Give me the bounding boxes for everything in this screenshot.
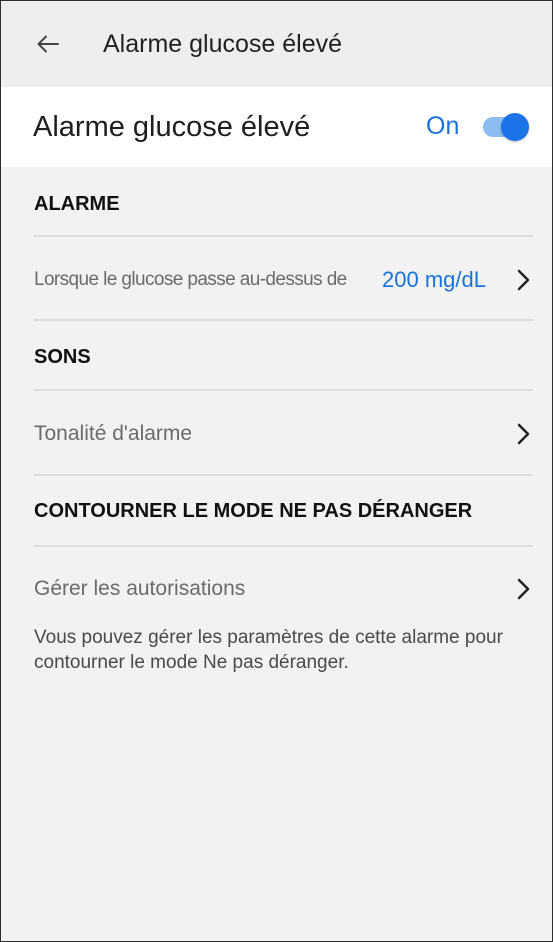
divider	[34, 319, 533, 321]
threshold-label: Lorsque le glucose passe au-dessus de	[34, 269, 347, 290]
divider	[34, 235, 533, 237]
divider	[34, 545, 533, 547]
alarm-toggle-row[interactable]: Alarme glucose élevé On	[1, 87, 552, 167]
switch-thumb	[501, 113, 529, 141]
back-button[interactable]	[31, 27, 65, 61]
divider	[34, 389, 533, 391]
section-header-sounds: SONS	[34, 346, 91, 368]
app-bar: Alarme glucose élevé	[1, 1, 552, 87]
threshold-row[interactable]: Lorsque le glucose passe au-dessus de 20…	[1, 240, 552, 320]
alarm-tone-row[interactable]: Tonalité d'alarme	[1, 394, 552, 474]
chevron-right-icon	[517, 423, 530, 445]
divider	[34, 474, 533, 476]
arrow-left-icon	[37, 35, 59, 53]
page-title: Alarme glucose élevé	[103, 29, 343, 58]
section-header-alarm: ALARME	[34, 193, 120, 215]
dnd-description: Vous pouvez gérer les paramètres de cett…	[34, 627, 503, 673]
alarm-toggle-switch[interactable]	[483, 113, 531, 141]
screen: Alarme glucose élevé Alarme glucose élev…	[0, 0, 553, 942]
alarm-toggle-title: Alarme glucose élevé	[33, 110, 311, 143]
alarm-tone-label: Tonalité d'alarme	[34, 422, 193, 445]
alarm-toggle-state: On	[426, 112, 460, 140]
threshold-value: 200 mg/dL	[382, 267, 486, 292]
chevron-right-icon	[517, 269, 530, 291]
section-header-dnd: CONTOURNER LE MODE NE PAS DÉRANGER	[34, 500, 473, 522]
manage-permissions-label: Gérer les autorisations	[34, 577, 246, 600]
chevron-right-icon	[517, 578, 530, 600]
manage-permissions-row[interactable]: Gérer les autorisations	[1, 549, 552, 629]
